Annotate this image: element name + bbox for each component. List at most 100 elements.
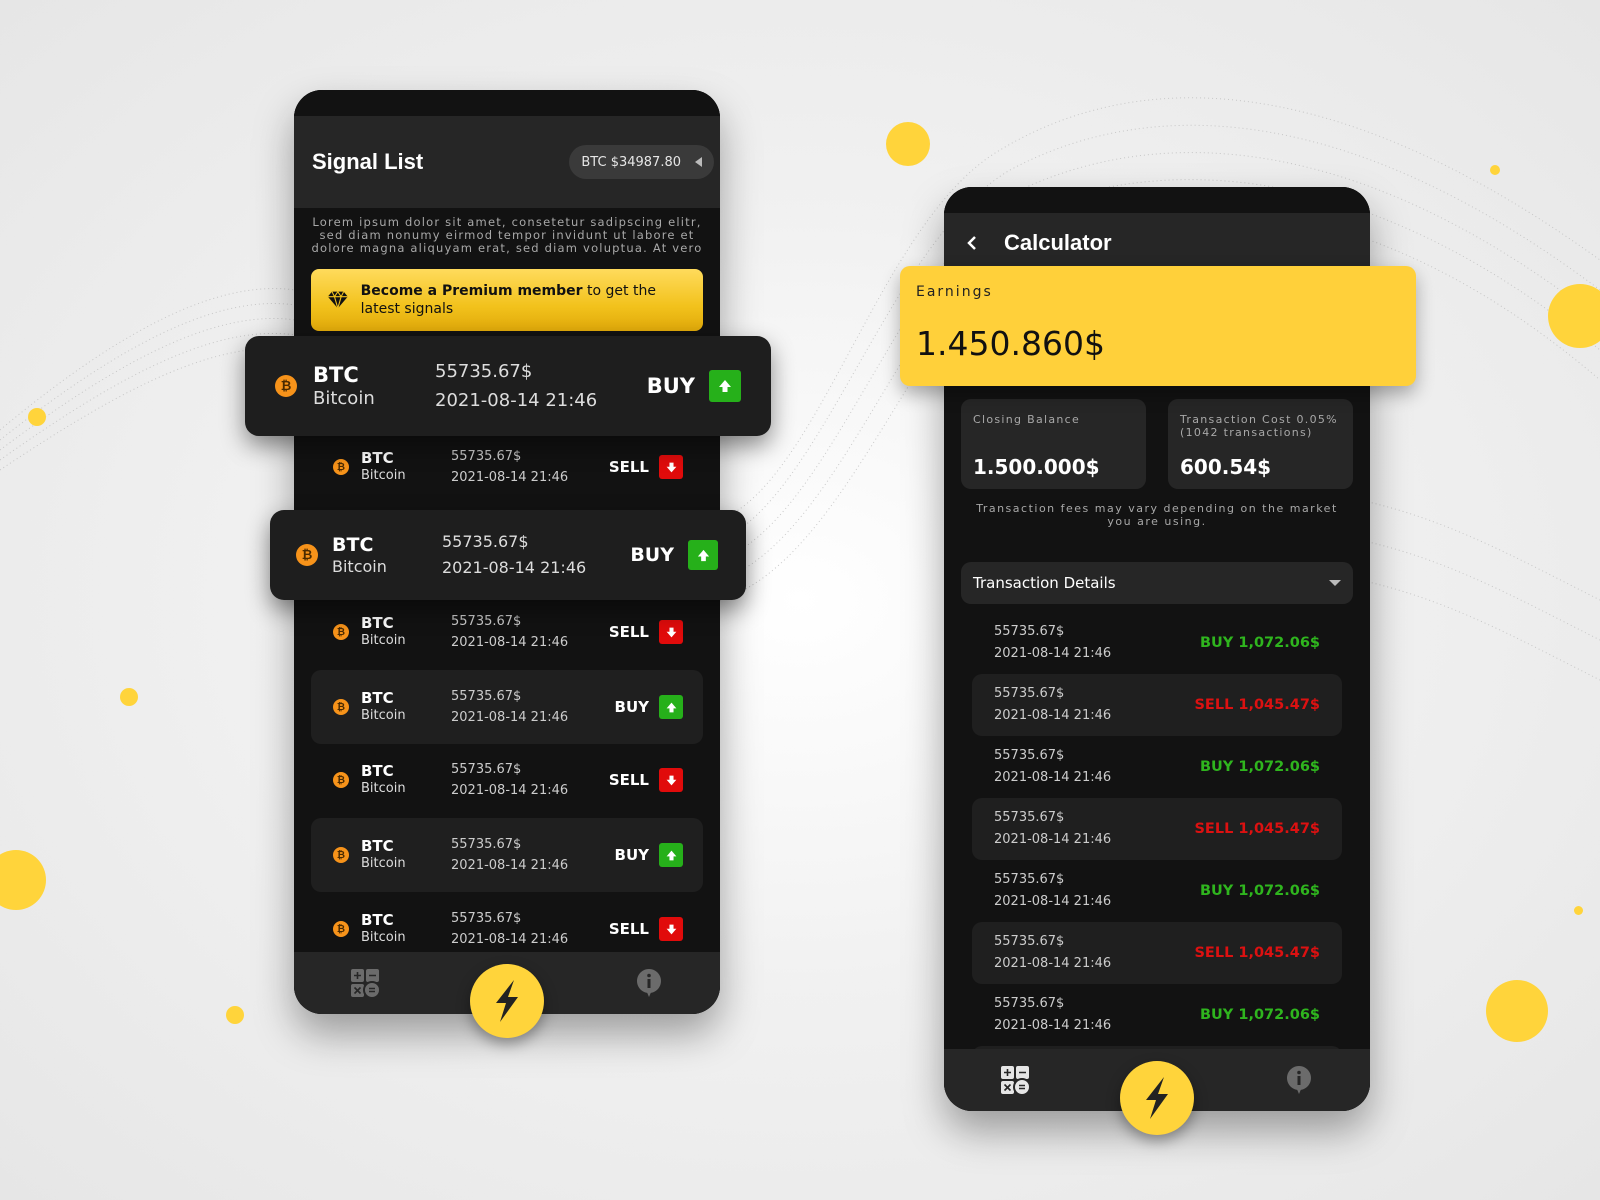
bitcoin-icon: ₿ [333, 847, 349, 863]
transaction-row[interactable]: 55735.67$ 2021-08-14 21:46 SELL 1,045.47$ [972, 674, 1342, 736]
premium-banner[interactable]: Become a Premium member to get the lates… [311, 269, 703, 331]
signal-row[interactable]: ₿ BTC Bitcoin 55735.67$ 2021-08-14 21:46 BUY [311, 818, 703, 892]
signal-price: 55735.67$ [451, 689, 522, 704]
featured-signal-card[interactable]: ₿ BTC Bitcoin 55735.67$ 2021-08-14 21:46 B… [270, 510, 746, 600]
stats-row: Closing Balance 1.500.000$ Transaction C… [961, 399, 1353, 489]
calculator-icon [351, 969, 380, 998]
coin-name: Bitcoin [361, 633, 406, 648]
transaction-row[interactable]: 55735.67$ 2021-08-14 21:46 SELL 1,045.47$ [972, 922, 1342, 984]
coin-symbol: BTC [313, 363, 359, 387]
transaction-price: 55735.67$ [994, 934, 1065, 949]
arrow-down-icon [659, 768, 683, 792]
signal-row[interactable]: ₿ BTC Bitcoin 55735.67$ 2021-08-14 21:46 SELL [311, 595, 703, 669]
nav-info[interactable] [1279, 1060, 1319, 1100]
decor-dot [1574, 906, 1583, 915]
coin-symbol: BTC [361, 911, 394, 929]
transaction-price: 55735.67$ [994, 810, 1065, 825]
closing-balance-card: Closing Balance 1.500.000$ [961, 399, 1146, 489]
signal-time: 2021-08-14 21:46 [451, 932, 569, 947]
transaction-details-dropdown[interactable]: Transaction Details [961, 562, 1353, 604]
chevron-down-icon [1329, 580, 1341, 586]
signal-action[interactable]: SELL [609, 768, 683, 792]
signal-price: 55735.67$ [451, 837, 522, 852]
transaction-amount: SELL 1,045.47$ [1194, 697, 1320, 713]
earnings-card: Earnings 1.450.860$ [900, 266, 1416, 386]
lightning-icon [1146, 1077, 1168, 1119]
coin-name: Bitcoin [313, 388, 375, 409]
arrow-up-icon [688, 540, 718, 570]
arrow-down-icon [659, 917, 683, 941]
signal-action[interactable]: SELL [609, 455, 683, 479]
earnings-value: 1.450.860$ [916, 324, 1105, 363]
coin-name: Bitcoin [361, 781, 406, 796]
bitcoin-icon: ₿ [275, 375, 297, 397]
signal-price: 55735.67$ [451, 449, 522, 464]
signal-price: 55735.67$ [451, 762, 522, 777]
coin-symbol: BTC [332, 533, 374, 556]
signal-price: 55735.67$ [451, 614, 522, 629]
back-chevron-icon[interactable] [966, 235, 978, 251]
transaction-time: 2021-08-14 21:46 [994, 1018, 1112, 1033]
decor-dot [120, 688, 138, 706]
transaction-amount: SELL 1,045.47$ [1194, 821, 1320, 837]
transaction-row[interactable]: 55735.67$ 2021-08-14 21:46 BUY 1,072.06$ [972, 612, 1342, 674]
arrow-up-icon [659, 843, 683, 867]
coin-symbol: BTC [361, 614, 394, 632]
signal-action[interactable]: BUY [647, 370, 741, 402]
signal-action[interactable]: BUY [615, 695, 683, 719]
coin-symbol: BTC [361, 449, 394, 467]
transaction-cost-label: Transaction Cost 0.05% (1042 transaction… [1180, 413, 1338, 439]
signal-row[interactable]: ₿ BTC Bitcoin 55735.67$ 2021-08-14 21:46 SELL [311, 743, 703, 817]
nav-info[interactable] [629, 963, 669, 1003]
nav-calculator[interactable] [995, 1060, 1035, 1100]
transaction-time: 2021-08-14 21:46 [994, 894, 1112, 909]
signal-action[interactable]: BUY [615, 843, 683, 867]
premium-text: Become a Premium member to get the lates… [360, 283, 656, 317]
featured-signal-card[interactable]: ₿ BTC Bitcoin 55735.67$ 2021-08-14 21:46 B… [245, 336, 771, 436]
btc-price-pill[interactable]: BTC $34987.80 [569, 145, 714, 179]
signal-time: 2021-08-14 21:46 [451, 858, 569, 873]
signal-price: 55735.67$ [442, 532, 529, 551]
earnings-label: Earnings [916, 284, 993, 300]
signal-time: 2021-08-14 21:46 [451, 635, 569, 650]
signal-row[interactable]: ₿ BTC Bitcoin 55735.67$ 2021-08-14 21:46 BUY [311, 670, 703, 744]
info-icon [636, 969, 661, 997]
calculator-phone: Calculator Closing Balance 1.500.000$ Tr… [900, 187, 1416, 1135]
transaction-row[interactable]: 55735.67$ 2021-08-14 21:46 BUY 1,072.06$ [972, 984, 1342, 1046]
transaction-price: 55735.67$ [994, 872, 1065, 887]
calculator-icon [1001, 1066, 1030, 1095]
transaction-row[interactable]: 55735.67$ 2021-08-14 21:46 SELL 1,045.47$ [972, 798, 1342, 860]
signal-list-header: Signal List BTC $34987.80 [294, 116, 720, 208]
caret-left-icon [695, 157, 702, 167]
diamond-icon [327, 290, 348, 311]
coin-symbol: BTC [361, 762, 394, 780]
coin-name: Bitcoin [361, 856, 406, 871]
coin-name: Bitcoin [332, 556, 387, 576]
signal-action[interactable]: SELL [609, 917, 683, 941]
nav-calculator[interactable] [345, 963, 385, 1003]
nav-signals-fab[interactable] [1120, 1061, 1194, 1135]
bitcoin-icon: ₿ [333, 772, 349, 788]
decor-dot [28, 408, 46, 426]
decor-dot [226, 1006, 244, 1024]
transaction-price: 55735.67$ [994, 624, 1065, 639]
transaction-time: 2021-08-14 21:46 [994, 956, 1112, 971]
btc-price: BTC $34987.80 [581, 154, 681, 170]
coin-symbol: BTC [361, 689, 394, 707]
description-text: Lorem ipsum dolor sit amet, consetetur s… [311, 215, 703, 255]
decor-dot [886, 122, 930, 166]
decor-dot [1490, 165, 1500, 175]
transaction-time: 2021-08-14 21:46 [994, 770, 1112, 785]
transaction-amount: BUY 1,072.06$ [1199, 759, 1320, 775]
transaction-time: 2021-08-14 21:46 [994, 646, 1112, 661]
bitcoin-icon: ₿ [333, 459, 349, 475]
transaction-amount: BUY 1,072.06$ [1199, 883, 1320, 899]
fee-note: Transaction fees may vary depending on t… [976, 502, 1338, 528]
signal-action[interactable]: SELL [609, 620, 683, 644]
nav-signals-fab[interactable] [470, 964, 544, 1038]
transaction-row[interactable]: 55735.67$ 2021-08-14 21:46 BUY 1,072.06$ [972, 860, 1342, 922]
transaction-row[interactable]: 55735.67$ 2021-08-14 21:46 BUY 1,072.06$ [972, 736, 1342, 798]
bitcoin-icon: ₿ [333, 699, 349, 715]
signal-action[interactable]: BUY [630, 540, 718, 570]
signal-row[interactable]: ₿ BTC Bitcoin 55735.67$ 2021-08-14 21:46 SELL [311, 430, 703, 504]
